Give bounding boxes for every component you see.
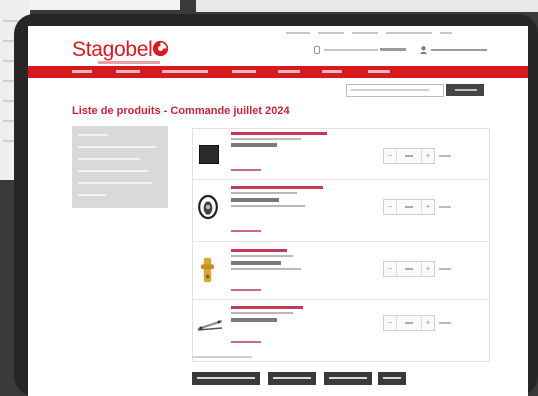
product-row: − + (193, 299, 489, 361)
product-name[interactable] (231, 306, 303, 309)
product-price (231, 198, 279, 202)
tablet-screen: Stagobel Liste de produits - Commande ju… (28, 26, 528, 396)
quantity-value (405, 155, 413, 157)
sidebar-item[interactable] (78, 170, 148, 172)
brand-logo[interactable]: Stagobel (72, 38, 153, 62)
sidebar-item[interactable] (78, 194, 106, 196)
header-login[interactable] (420, 46, 488, 54)
search-button[interactable] (446, 84, 484, 96)
action-button[interactable] (192, 372, 260, 385)
sidebar-item[interactable] (78, 134, 108, 136)
nav-item[interactable] (322, 70, 342, 73)
product-list: − + − + − + − + (192, 128, 490, 362)
product-row: − + (193, 179, 489, 242)
nav-item[interactable] (278, 70, 300, 73)
nav-item[interactable] (368, 70, 390, 73)
product-name[interactable] (231, 249, 287, 252)
quantity-stepper[interactable]: − + (383, 261, 435, 277)
quantity-value (405, 268, 413, 270)
product-reference (231, 192, 297, 194)
quantity-value (405, 322, 413, 324)
action-button[interactable] (378, 372, 406, 385)
action-button[interactable] (268, 372, 316, 385)
product-name[interactable] (231, 132, 327, 135)
product-image[interactable] (197, 193, 219, 221)
sidebar-item[interactable] (78, 146, 156, 148)
page-title: Liste de produits - Commande juillet 202… (72, 105, 290, 117)
nav-item[interactable] (72, 70, 92, 73)
quantity-stepper[interactable]: − + (383, 199, 435, 215)
product-reference (231, 312, 293, 314)
utility-link[interactable] (318, 32, 344, 34)
product-image[interactable] (199, 145, 219, 164)
nav-item[interactable] (232, 70, 256, 73)
unit-label (439, 155, 451, 157)
decrease-button[interactable]: − (384, 262, 397, 276)
header-phone[interactable] (314, 46, 406, 54)
nav-item[interactable] (116, 70, 140, 73)
product-price (231, 318, 277, 322)
remove-link[interactable] (231, 289, 261, 291)
background-window (30, 0, 180, 10)
quantity-value (405, 206, 413, 208)
decrease-button[interactable]: − (384, 149, 397, 163)
unit-label (439, 322, 451, 324)
sidebar-menu (72, 126, 168, 208)
product-row: − + (193, 129, 489, 180)
quantity-stepper[interactable]: − + (383, 148, 435, 164)
product-price (231, 143, 277, 147)
search-input[interactable] (346, 84, 444, 97)
brand-tagline (98, 61, 160, 64)
unit-label (439, 268, 451, 270)
user-icon (420, 46, 427, 54)
product-reference (231, 255, 293, 257)
product-price (231, 261, 281, 265)
product-image[interactable] (201, 257, 214, 283)
utility-link[interactable] (286, 32, 310, 34)
decrease-button[interactable]: − (384, 316, 397, 330)
price-note (192, 356, 252, 358)
increase-button[interactable]: + (421, 262, 434, 276)
product-name[interactable] (231, 186, 323, 189)
unit-label (439, 206, 451, 208)
main-navigation (28, 66, 528, 78)
remove-link[interactable] (231, 169, 261, 171)
product-extra-price (231, 268, 301, 270)
phone-icon (314, 46, 320, 54)
increase-button[interactable]: + (421, 200, 434, 214)
product-image[interactable] (197, 319, 223, 331)
remove-link[interactable] (231, 341, 261, 343)
decrease-button[interactable]: − (384, 200, 397, 214)
nav-item[interactable] (162, 70, 208, 73)
language-switch[interactable] (440, 32, 452, 34)
utility-link[interactable] (352, 32, 378, 34)
sidebar-item[interactable] (78, 158, 140, 160)
quantity-stepper[interactable]: − + (383, 315, 435, 331)
increase-button[interactable]: + (421, 316, 434, 330)
product-row: − + (193, 241, 489, 300)
product-reference (231, 138, 301, 140)
product-extra-price (231, 205, 305, 207)
remove-link[interactable] (231, 230, 261, 232)
stagobel-logo-mark (152, 40, 169, 57)
increase-button[interactable]: + (421, 149, 434, 163)
action-button[interactable] (324, 372, 372, 385)
utility-link[interactable] (386, 32, 432, 34)
background-window (196, 0, 538, 12)
sidebar-item[interactable] (78, 182, 152, 184)
